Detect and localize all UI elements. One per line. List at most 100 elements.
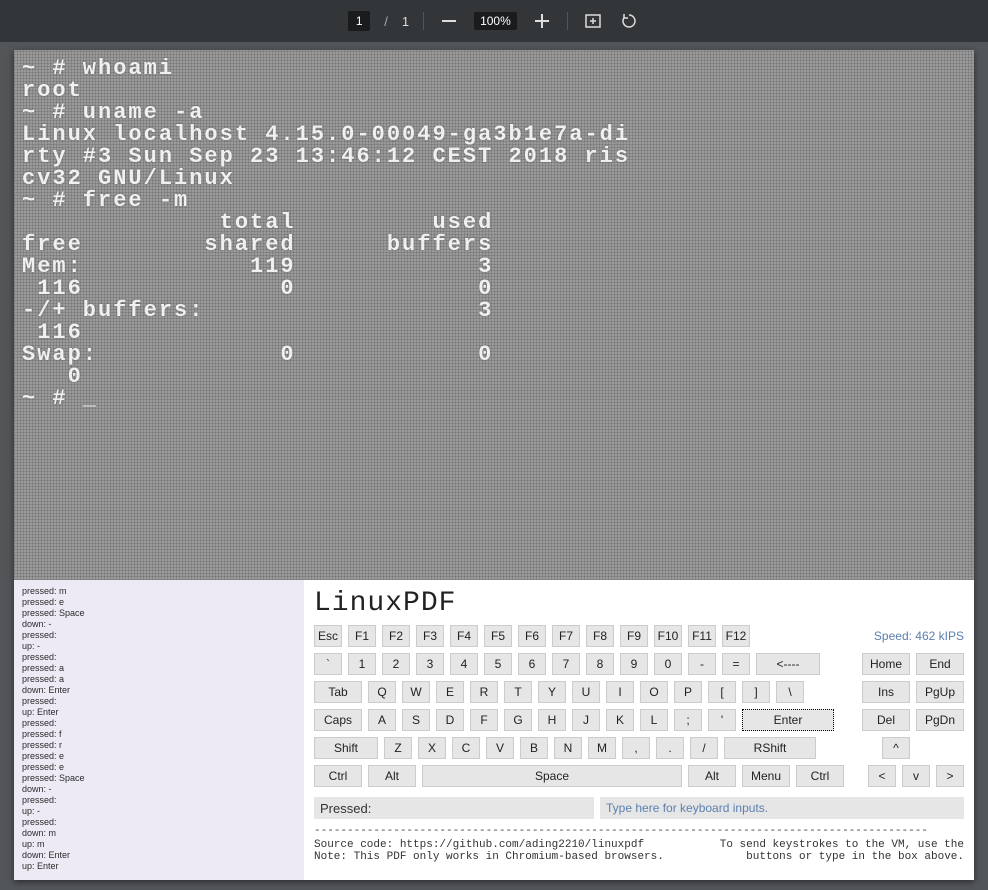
key-f8[interactable]: F8 <box>586 625 614 647</box>
key-backspace[interactable]: <---- <box>756 653 820 675</box>
key-f12[interactable]: F12 <box>722 625 750 647</box>
key-7[interactable]: 7 <box>552 653 580 675</box>
key-f9[interactable]: F9 <box>620 625 648 647</box>
key-3[interactable]: 3 <box>416 653 444 675</box>
zoom-level[interactable]: 100% <box>474 12 517 30</box>
key-[[interactable]: [ <box>708 681 736 703</box>
key-e[interactable]: E <box>436 681 464 703</box>
key-caps[interactable]: Caps <box>314 709 362 731</box>
key-4[interactable]: 4 <box>450 653 478 675</box>
key-s[interactable]: S <box>402 709 430 731</box>
key-f11[interactable]: F11 <box>688 625 716 647</box>
key-left[interactable]: < <box>868 765 896 787</box>
key-m[interactable]: M <box>588 737 616 759</box>
key-pgdn[interactable]: PgDn <box>916 709 964 731</box>
log-line: pressed: Space <box>22 773 296 784</box>
page-separator: / <box>384 14 388 29</box>
key-t[interactable]: T <box>504 681 532 703</box>
key-tab[interactable]: Tab <box>314 681 362 703</box>
key-f7[interactable]: F7 <box>552 625 580 647</box>
nav-home-end: Home End <box>862 653 964 675</box>
zoom-in-button[interactable] <box>531 10 553 32</box>
key-2[interactable]: 2 <box>382 653 410 675</box>
key-alt-left[interactable]: Alt <box>368 765 416 787</box>
key-\[interactable]: \ <box>776 681 804 703</box>
key-9[interactable]: 9 <box>620 653 648 675</box>
key-o[interactable]: O <box>640 681 668 703</box>
type-input[interactable]: Type here for keyboard inputs. <box>600 797 964 819</box>
key-i[interactable]: I <box>606 681 634 703</box>
key-`[interactable]: ` <box>314 653 342 675</box>
key-shift[interactable]: Shift <box>314 737 378 759</box>
key-b[interactable]: B <box>520 737 548 759</box>
key-ctrl-right[interactable]: Ctrl <box>796 765 844 787</box>
key-z[interactable]: Z <box>384 737 412 759</box>
key-home[interactable]: Home <box>862 653 910 675</box>
key-][interactable]: ] <box>742 681 770 703</box>
key-8[interactable]: 8 <box>586 653 614 675</box>
key-f[interactable]: F <box>470 709 498 731</box>
key-space[interactable]: Space <box>422 765 682 787</box>
key-v[interactable]: V <box>486 737 514 759</box>
zoom-out-button[interactable] <box>438 10 460 32</box>
key-f4[interactable]: F4 <box>450 625 478 647</box>
log-line: down: - <box>22 784 296 795</box>
key-k[interactable]: K <box>606 709 634 731</box>
key-1[interactable]: 1 <box>348 653 376 675</box>
key-up[interactable]: ^ <box>882 737 910 759</box>
log-line: down: Enter <box>22 685 296 696</box>
key-del[interactable]: Del <box>862 709 910 731</box>
log-line: pressed: Space <box>22 608 296 619</box>
key--[interactable]: - <box>688 653 716 675</box>
key-5[interactable]: 5 <box>484 653 512 675</box>
key-n[interactable]: N <box>554 737 582 759</box>
key-w[interactable]: W <box>402 681 430 703</box>
key-y[interactable]: Y <box>538 681 566 703</box>
key-right[interactable]: > <box>936 765 964 787</box>
key-enter[interactable]: Enter <box>742 709 834 731</box>
key-,[interactable]: , <box>622 737 650 759</box>
key-menu[interactable]: Menu <box>742 765 790 787</box>
fit-page-button[interactable] <box>582 10 604 32</box>
key-f2[interactable]: F2 <box>382 625 410 647</box>
key-end[interactable]: End <box>916 653 964 675</box>
page-current-input[interactable]: 1 <box>348 11 370 31</box>
key-6[interactable]: 6 <box>518 653 546 675</box>
key-f6[interactable]: F6 <box>518 625 546 647</box>
key-.[interactable]: . <box>656 737 684 759</box>
key-esc[interactable]: Esc <box>314 625 342 647</box>
key-pgup[interactable]: PgUp <box>916 681 964 703</box>
key-a[interactable]: A <box>368 709 396 731</box>
key-f5[interactable]: F5 <box>484 625 512 647</box>
key-l[interactable]: L <box>640 709 668 731</box>
key-'[interactable]: ' <box>708 709 736 731</box>
rotate-button[interactable] <box>618 10 640 32</box>
key-rshift[interactable]: RShift <box>724 737 816 759</box>
key-/[interactable]: / <box>690 737 718 759</box>
key-f3[interactable]: F3 <box>416 625 444 647</box>
log-line: up: Enter <box>22 861 296 872</box>
key-p[interactable]: P <box>674 681 702 703</box>
key-alt-right[interactable]: Alt <box>688 765 736 787</box>
key-q[interactable]: Q <box>368 681 396 703</box>
key-u[interactable]: U <box>572 681 600 703</box>
key-ctrl-left[interactable]: Ctrl <box>314 765 362 787</box>
log-line: pressed: r <box>22 740 296 751</box>
key-h[interactable]: H <box>538 709 566 731</box>
log-line: up: Enter <box>22 707 296 718</box>
key-g[interactable]: G <box>504 709 532 731</box>
key-down[interactable]: v <box>902 765 930 787</box>
keyboard-row-ctrl: Ctrl Alt Space Alt Menu Ctrl <box>314 765 844 787</box>
key-c[interactable]: C <box>452 737 480 759</box>
key-r[interactable]: R <box>470 681 498 703</box>
key-;[interactable]: ; <box>674 709 702 731</box>
key-f1[interactable]: F1 <box>348 625 376 647</box>
key-x[interactable]: X <box>418 737 446 759</box>
key-ins[interactable]: Ins <box>862 681 910 703</box>
key-d[interactable]: D <box>436 709 464 731</box>
log-line: pressed: e <box>22 751 296 762</box>
key-f10[interactable]: F10 <box>654 625 682 647</box>
key-j[interactable]: J <box>572 709 600 731</box>
key-=[interactable]: = <box>722 653 750 675</box>
key-0[interactable]: 0 <box>654 653 682 675</box>
